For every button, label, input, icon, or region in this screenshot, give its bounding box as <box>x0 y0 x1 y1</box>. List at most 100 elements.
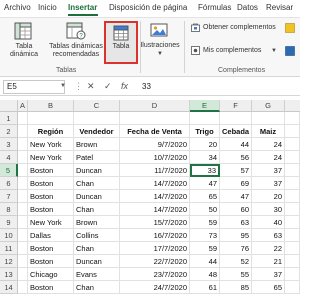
cell-d9[interactable]: 15/7/2020 <box>120 216 190 229</box>
cell-e3[interactable]: 20 <box>190 138 220 151</box>
tab-inicio[interactable]: Inicio <box>38 3 57 12</box>
cell-e8[interactable]: 50 <box>190 203 220 216</box>
column-header-c[interactable]: C <box>74 100 120 112</box>
cell-h9[interactable] <box>285 216 300 229</box>
cell-b5[interactable]: Boston <box>28 164 74 177</box>
cell-h6[interactable] <box>285 177 300 190</box>
cell-g1[interactable] <box>252 112 285 125</box>
cell-g9[interactable]: 40 <box>252 216 285 229</box>
cell-g6[interactable]: 37 <box>252 177 285 190</box>
cell-h5[interactable] <box>285 164 300 177</box>
cell-c3[interactable]: Brown <box>74 138 120 151</box>
cell-e6[interactable]: 47 <box>190 177 220 190</box>
cell-f5[interactable]: 57 <box>220 164 252 177</box>
row-header-2[interactable]: 2 <box>0 125 18 138</box>
row-header-1[interactable]: 1 <box>0 112 18 125</box>
tab-formulas[interactable]: Fórmulas <box>198 3 231 12</box>
cell-h7[interactable] <box>285 190 300 203</box>
cell-f3[interactable]: 44 <box>220 138 252 151</box>
cell-b11[interactable]: Boston <box>28 242 74 255</box>
cell-c7[interactable]: Duncan <box>74 190 120 203</box>
cell-a11[interactable] <box>18 242 28 255</box>
cell-a5[interactable] <box>18 164 28 177</box>
cell-b10[interactable]: Dallas <box>28 229 74 242</box>
cell-c13[interactable]: Evans <box>74 268 120 281</box>
cell-d3[interactable]: 9/7/2020 <box>120 138 190 151</box>
column-header-next[interactable] <box>285 100 300 112</box>
cell-a1[interactable] <box>18 112 28 125</box>
cell-e9[interactable]: 59 <box>190 216 220 229</box>
cell-h1[interactable] <box>285 112 300 125</box>
tab-revisar[interactable]: Revisar <box>266 3 293 12</box>
cell-f1[interactable] <box>220 112 252 125</box>
row-header-6[interactable]: 6 <box>0 177 18 190</box>
row-header-5[interactable]: 5 <box>0 164 18 177</box>
cancel-icon[interactable]: ✕ <box>87 81 95 92</box>
cell-c10[interactable]: Collins <box>74 229 120 242</box>
cell-h3[interactable] <box>285 138 300 151</box>
cell-c4[interactable]: Patel <box>74 151 120 164</box>
cell-h13[interactable] <box>285 268 300 281</box>
cell-g5[interactable]: 37 <box>252 164 285 177</box>
insert-function-icon[interactable]: fx <box>121 81 128 91</box>
cell-f12[interactable]: 52 <box>220 255 252 268</box>
cell-c5[interactable]: Duncan <box>74 164 120 177</box>
cell-d11[interactable]: 17/7/2020 <box>120 242 190 255</box>
cell-a12[interactable] <box>18 255 28 268</box>
column-header-b[interactable]: B <box>28 100 74 112</box>
cell-g13[interactable]: 37 <box>252 268 285 281</box>
cell-b7[interactable]: Boston <box>28 190 74 203</box>
tab-insertar[interactable]: Insertar <box>68 3 97 12</box>
cell-g7[interactable]: 20 <box>252 190 285 203</box>
cell-f14[interactable]: 85 <box>220 281 252 294</box>
cell-b4[interactable]: New York <box>28 151 74 164</box>
tab-archivo[interactable]: Archivo <box>4 3 31 12</box>
cell-a2[interactable] <box>18 125 28 138</box>
cell-a10[interactable] <box>18 229 28 242</box>
cell-e14[interactable]: 61 <box>190 281 220 294</box>
cell-d6[interactable]: 14/7/2020 <box>120 177 190 190</box>
enter-icon[interactable]: ✓ <box>104 81 112 92</box>
cell-c6[interactable]: Chan <box>74 177 120 190</box>
row-header-4[interactable]: 4 <box>0 151 18 164</box>
row-header-11[interactable]: 11 <box>0 242 18 255</box>
cell-g8[interactable]: 30 <box>252 203 285 216</box>
column-header-a[interactable]: A <box>18 100 28 112</box>
cell-e4[interactable]: 34 <box>190 151 220 164</box>
cell-d2[interactable]: Fecha de Venta <box>120 125 190 138</box>
cell-e11[interactable]: 59 <box>190 242 220 255</box>
cell-f11[interactable]: 76 <box>220 242 252 255</box>
select-all-corner[interactable] <box>0 100 18 112</box>
cell-h4[interactable] <box>285 151 300 164</box>
cell-a3[interactable] <box>18 138 28 151</box>
cell-f7[interactable]: 47 <box>220 190 252 203</box>
cell-f13[interactable]: 55 <box>220 268 252 281</box>
cell-a8[interactable] <box>18 203 28 216</box>
cell-c9[interactable]: Brown <box>74 216 120 229</box>
cell-d10[interactable]: 16/7/2020 <box>120 229 190 242</box>
cell-e1[interactable] <box>190 112 220 125</box>
cell-f2[interactable]: Cebada <box>220 125 252 138</box>
column-header-e[interactable]: E <box>190 100 220 112</box>
cell-c1[interactable] <box>74 112 120 125</box>
cell-h14[interactable] <box>285 281 300 294</box>
cell-d14[interactable]: 24/7/2020 <box>120 281 190 294</box>
cell-a4[interactable] <box>18 151 28 164</box>
cell-e2[interactable]: Trigo <box>190 125 220 138</box>
cell-d7[interactable]: 14/7/2020 <box>120 190 190 203</box>
row-header-8[interactable]: 8 <box>0 203 18 216</box>
cell-e13[interactable]: 48 <box>190 268 220 281</box>
cell-b1[interactable] <box>28 112 74 125</box>
cell-b13[interactable]: Chicago <box>28 268 74 281</box>
cell-b9[interactable]: New York <box>28 216 74 229</box>
cell-d13[interactable]: 23/7/2020 <box>120 268 190 281</box>
cell-c12[interactable]: Duncan <box>74 255 120 268</box>
cell-d12[interactable]: 22/7/2020 <box>120 255 190 268</box>
row-header-13[interactable]: 13 <box>0 268 18 281</box>
column-header-d[interactable]: D <box>120 100 190 112</box>
row-header-10[interactable]: 10 <box>0 229 18 242</box>
cell-e10[interactable]: 73 <box>190 229 220 242</box>
name-box[interactable]: E5 <box>3 80 65 94</box>
cell-a13[interactable] <box>18 268 28 281</box>
cell-h8[interactable] <box>285 203 300 216</box>
